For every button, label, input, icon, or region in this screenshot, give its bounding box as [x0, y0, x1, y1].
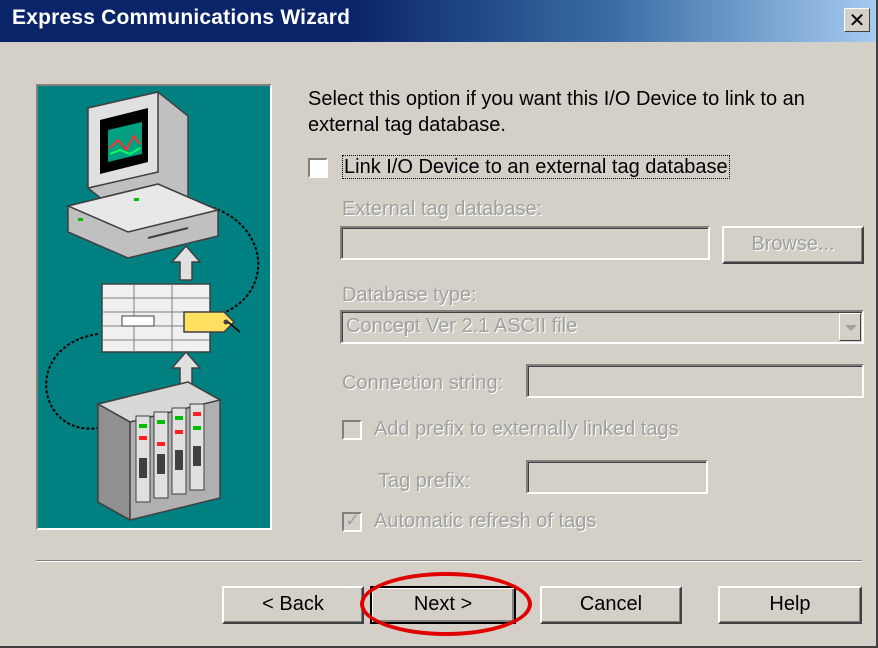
computer-icon: [65, 91, 221, 259]
description-text: Select this option if you want this I/O …: [308, 88, 805, 136]
dropdown-arrow-icon[interactable]: [839, 313, 861, 341]
title-bar[interactable]: Express Communications Wizard ✕: [0, 0, 876, 42]
cancel-button[interactable]: Cancel: [540, 586, 682, 624]
auto-refresh-checkbox[interactable]: ✓: [342, 510, 362, 532]
link-checkbox[interactable]: [308, 158, 328, 178]
next-button[interactable]: Next >: [370, 586, 516, 624]
illustration-graphic: [45, 91, 260, 522]
connection-string-label: Connection string:: [342, 372, 504, 394]
close-button[interactable]: ✕: [844, 8, 870, 32]
tag-prefix-input[interactable]: [526, 460, 708, 494]
external-db-label: External tag database:: [342, 198, 543, 220]
back-button[interactable]: < Back: [222, 586, 364, 624]
io-device-icon: [95, 381, 223, 522]
db-type-value: Concept Ver 2.1 ASCII file: [346, 315, 578, 337]
wizard-illustration: [36, 84, 272, 530]
add-prefix-checkbox[interactable]: [342, 420, 362, 440]
wizard-window: Express Communications Wizard ✕ Select t…: [0, 0, 878, 648]
db-type-label: Database type:: [342, 284, 477, 306]
external-db-input[interactable]: [340, 226, 710, 260]
separator: [36, 560, 862, 562]
tag-prefix-label: Tag prefix:: [378, 470, 471, 492]
checkmark-icon: ✓: [345, 510, 361, 531]
auto-refresh-label[interactable]: Automatic refresh of tags: [374, 508, 596, 534]
add-prefix-label[interactable]: Add prefix to externally linked tags: [374, 416, 679, 442]
window-title: Express Communications Wizard: [12, 6, 351, 29]
tag-database-icon: [101, 283, 241, 353]
browse-button[interactable]: Browse...: [722, 226, 864, 264]
link-checkbox-label[interactable]: Link I/O Device to an external tag datab…: [342, 154, 730, 180]
db-type-select[interactable]: Concept Ver 2.1 ASCII file: [340, 310, 864, 344]
close-icon: ✕: [848, 8, 866, 32]
connection-string-input[interactable]: [526, 364, 864, 398]
arrow-up-icon: [170, 244, 202, 281]
help-button[interactable]: Help: [718, 586, 862, 624]
